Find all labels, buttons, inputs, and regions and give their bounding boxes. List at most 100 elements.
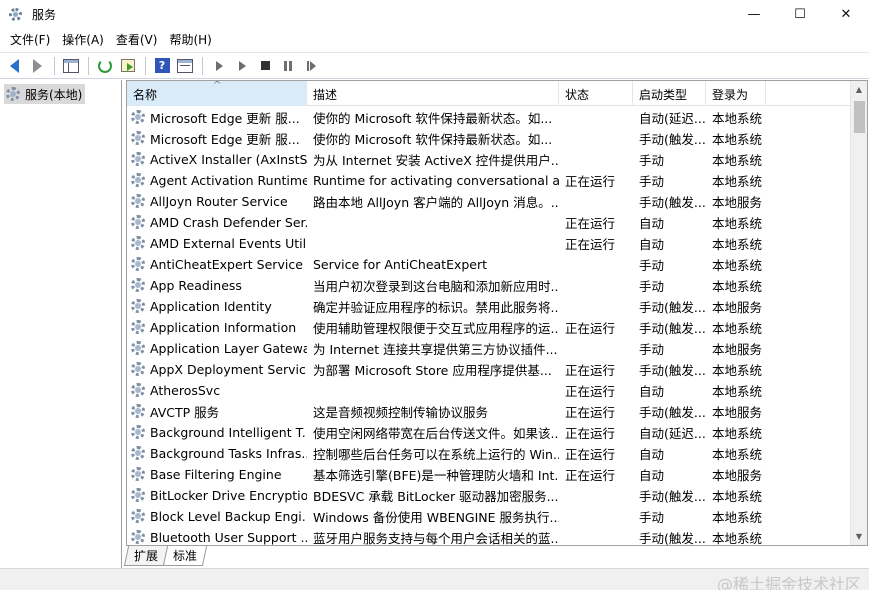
services-gear-icon (6, 86, 21, 102)
service-row[interactable]: BitLocker Drive Encryptio... BDESVC 承载 Bi… (127, 485, 851, 506)
menu-view[interactable]: 查看(V) (110, 29, 164, 52)
tab-standard[interactable]: 标准 (162, 546, 208, 566)
service-gear-icon (131, 341, 146, 356)
service-logon-as: 本地服务 (712, 405, 763, 420)
service-row[interactable]: AntiCheatExpert Service Service for AntiC… (127, 254, 851, 275)
maximize-button[interactable]: ☐ (777, 0, 823, 29)
menu-action[interactable]: 操作(A) (56, 29, 110, 52)
service-row[interactable]: Background Tasks Infras... 控制哪些后台任务可以在系统上… (127, 443, 851, 464)
minimize-button[interactable]: — (731, 0, 777, 29)
tab-extended[interactable]: 扩展 (123, 546, 169, 566)
view-tabs: 扩展 标准 (123, 546, 208, 568)
service-name: AppX Deployment Servic... (150, 362, 307, 377)
tree-item-label: 服务(本地) (25, 87, 83, 102)
service-row[interactable]: ActiveX Installer (AxInstSV) 为从 Internet … (127, 149, 851, 170)
properties-button[interactable] (174, 55, 196, 77)
service-description: Runtime for activating conversational a.… (313, 173, 559, 188)
restart-service-button[interactable] (300, 55, 322, 77)
service-description: 基本筛选引擎(BFE)是一种管理防火墙和 Int... (313, 468, 559, 483)
service-description: 使用空闲网络带宽在后台传送文件。如果该... (313, 426, 559, 441)
pause-service-button[interactable] (277, 55, 299, 77)
service-name-cell: Block Level Backup Engi... (127, 509, 307, 524)
service-name-cell: ActiveX Installer (AxInstSV) (127, 152, 307, 167)
service-startup-type: 手动(触发... (639, 300, 706, 315)
restart-service-icon (306, 60, 316, 71)
service-row[interactable]: Application Information 使用辅助管理权限便于交互式应用程序… (127, 317, 851, 338)
help-button[interactable]: ? (151, 55, 173, 77)
service-description: Service for AntiCheatExpert (313, 257, 488, 272)
export-list-button[interactable] (117, 55, 139, 77)
show-console-tree-button[interactable] (60, 55, 82, 77)
service-name: Application Layer Gatewa... (150, 341, 307, 356)
service-row[interactable]: AMD External Events Utility 正在运行 自动 本地系统 (127, 233, 851, 254)
service-gear-icon (131, 110, 146, 125)
column-header-logon-as[interactable]: 登录为 (706, 81, 766, 106)
column-header-startup-type[interactable]: 启动类型 (633, 81, 706, 106)
start-service-alt-icon (238, 60, 246, 71)
service-row[interactable]: Bluetooth User Support ... 蓝牙用户服务支持与每个用户会… (127, 527, 851, 546)
service-row[interactable]: Application Identity 确定并验证应用程序的标识。禁用此服务将.… (127, 296, 851, 317)
service-name: Background Intelligent T... (150, 425, 307, 440)
service-row[interactable]: AtherosSvc 正在运行 自动 本地系统 (127, 380, 851, 401)
service-startup-type: 手动(触发... (639, 489, 706, 504)
service-row[interactable]: AllJoyn Router Service 路由本地 AllJoyn 客户端的 … (127, 191, 851, 212)
service-name: Base Filtering Engine (150, 467, 282, 482)
service-row[interactable]: Block Level Backup Engi... Windows 备份使用 W… (127, 506, 851, 527)
service-name: Application Identity (150, 299, 272, 314)
scroll-up-arrow-icon[interactable]: ▲ (851, 81, 867, 98)
service-row[interactable]: Microsoft Edge 更新 服... 使你的 Microsoft 软件保持… (127, 107, 851, 128)
refresh-button[interactable] (94, 55, 116, 77)
vertical-scrollbar[interactable]: ▲ ▼ (850, 81, 867, 545)
service-row[interactable]: AppX Deployment Servic... 为部署 Microsoft S… (127, 359, 851, 380)
menu-file[interactable]: 文件(F) (4, 29, 56, 52)
service-name: BitLocker Drive Encryptio... (150, 488, 307, 503)
scroll-down-arrow-icon[interactable]: ▼ (851, 528, 867, 545)
service-row[interactable]: AVCTP 服务 这是音频视频控制传输协议服务 正在运行 手动(触发... 本地服务 (127, 401, 851, 422)
service-row[interactable]: Microsoft Edge 更新 服... 使你的 Microsoft 软件保持… (127, 128, 851, 149)
service-gear-icon (131, 530, 146, 545)
service-description: 确定并验证应用程序的标识。禁用此服务将... (313, 300, 559, 315)
scrollbar-thumb[interactable] (854, 101, 865, 133)
column-header-description[interactable]: 描述 (307, 81, 559, 106)
service-logon-as: 本地服务 (712, 195, 763, 210)
start-service-button[interactable] (208, 55, 230, 77)
start-service-alt-button[interactable] (231, 55, 253, 77)
service-row[interactable]: AMD Crash Defender Ser... 正在运行 自动 本地系统 (127, 212, 851, 233)
menu-bar: 文件(F) 操作(A) 查看(V) 帮助(H) (0, 29, 869, 52)
service-row[interactable]: Background Intelligent T... 使用空闲网络带宽在后台传送… (127, 422, 851, 443)
service-name-cell: Bluetooth User Support ... (127, 530, 307, 545)
console-tree-pane: 服务(本地) (0, 80, 122, 568)
service-gear-icon (131, 404, 146, 419)
stop-service-button[interactable] (254, 55, 276, 77)
back-button[interactable] (3, 55, 25, 77)
service-logon-as: 本地系统 (712, 510, 763, 525)
console-tree-icon (63, 58, 79, 73)
service-row[interactable]: Agent Activation Runtime... Runtime for a… (127, 170, 851, 191)
service-gear-icon (131, 425, 146, 440)
service-logon-as: 本地服务 (712, 468, 763, 483)
service-name: AMD Crash Defender Ser... (150, 215, 307, 230)
service-description: 蓝牙用户服务支持与每个用户会话相关的蓝... (313, 531, 559, 546)
column-header-status[interactable]: 状态 (559, 81, 633, 106)
close-button[interactable]: ✕ (823, 0, 869, 29)
service-description: 当用户初次登录到这台电脑和添加新应用时... (313, 279, 559, 294)
tree-item-services-local[interactable]: 服务(本地) (4, 84, 86, 104)
service-logon-as: 本地系统 (712, 531, 763, 546)
service-logon-as: 本地系统 (712, 447, 763, 462)
service-name: AVCTP 服务 (150, 405, 220, 420)
menu-help[interactable]: 帮助(H) (163, 29, 217, 52)
forward-button[interactable] (26, 55, 48, 77)
service-name-cell: Background Tasks Infras... (127, 446, 307, 461)
service-row[interactable]: App Readiness 当用户初次登录到这台电脑和添加新应用时... 手动 本地系… (127, 275, 851, 296)
column-header-name[interactable]: ^ 名称 (127, 81, 307, 106)
service-gear-icon (131, 173, 146, 188)
service-name: Application Information (150, 320, 297, 335)
services-gear-icon (8, 7, 24, 23)
service-status: 正在运行 (565, 426, 616, 441)
service-row[interactable]: Base Filtering Engine 基本筛选引擎(BFE)是一种管理防火墙… (127, 464, 851, 485)
service-gear-icon (131, 194, 146, 209)
forward-arrow-icon (32, 58, 42, 73)
properties-icon (177, 58, 193, 73)
service-row[interactable]: Application Layer Gatewa... 为 Internet 连接… (127, 338, 851, 359)
service-status: 正在运行 (565, 384, 616, 399)
